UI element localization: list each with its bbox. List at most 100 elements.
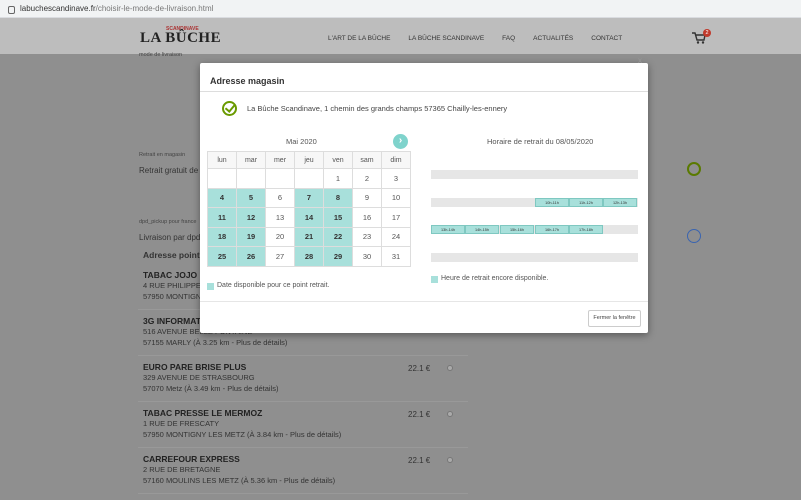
relay-price: 22.1 € [408,364,431,373]
calendar-day[interactable]: 25 [207,246,237,267]
weekday-jeu: jeu [294,151,324,169]
calendar-day: 3 [381,168,411,189]
weekday-mer: mer [265,151,295,169]
nav-item-art[interactable]: L'ART DE LA BÛCHE [328,35,390,42]
store-pickup-radio[interactable] [687,162,701,176]
calendar-day[interactable]: 26 [236,246,266,267]
url-text[interactable]: labuchescandinave.fr/choisir-le-mode-de-… [20,4,213,13]
store-pickup-modal: x Adresse magasin La Bûche Scandinave, 1… [200,56,648,333]
mode-label: mode de livraison [139,52,183,58]
calendar-empty-cell [294,168,324,189]
calendar-day: 13 [265,207,295,228]
modal-footer-divider [200,301,648,302]
schedule-title: Horaire de retrait du 08/05/2020 [487,137,594,146]
schedule-row: 13h-14h 14h-15h 15h-16h 16h-17h 17h-18h [431,225,638,234]
site-logo[interactable]: LA BÛCHE [140,30,221,47]
calendar-day[interactable]: 21 [294,226,324,247]
lock-icon [8,5,15,14]
list-item[interactable]: CARREFOUR EXPRESS 2 RUE DE BRETAGNE 5716… [138,448,468,494]
nav-item-scandinave[interactable]: LA BÛCHE SCANDINAVE [408,35,484,42]
nav-item-faq[interactable]: FAQ [502,35,515,42]
calendar-day[interactable]: 15 [323,207,353,228]
time-slot[interactable]: 15h-16h [500,225,534,234]
close-icon[interactable]: x [638,56,642,65]
calendar-day: 9 [352,187,382,208]
calendar-day: 23 [352,226,382,247]
relay-radio[interactable] [447,365,453,371]
calendar-empty-cell [207,168,237,189]
details-link[interactable]: 5.36 km - Plus de détails) [251,476,336,485]
calendar-day: 16 [352,207,382,228]
calendar-empty-cell [265,168,295,189]
calendar-day[interactable]: 19 [236,226,266,247]
available-date-legend: Date disponible pour ce point retrait. [217,282,330,289]
calendar-day[interactable]: 28 [294,246,324,267]
relay-radio[interactable] [447,411,453,417]
calendar-day[interactable]: 14 [294,207,324,228]
calendar-day[interactable]: 18 [207,226,237,247]
time-slot[interactable]: 16h-17h [535,225,569,234]
store-address: La Bûche Scandinave, 1 chemin des grands… [247,104,508,113]
available-hour-legend: Heure de retrait encore disponible. [441,275,549,282]
calendar-empty-cell [236,168,266,189]
relay-radio[interactable] [447,457,453,463]
time-slot[interactable]: 14h-15h [465,225,499,234]
details-link[interactable]: 3.49 km - Plus de détails) [194,384,279,393]
weekday-dim: dim [381,151,411,169]
calendar-day[interactable]: 5 [236,187,266,208]
next-month-button[interactable]: › [393,134,408,149]
calendar-day[interactable]: 29 [323,246,353,267]
time-slot[interactable]: 11h-12h [569,198,603,207]
list-item[interactable]: EURO PARE BRISE PLUS 329 AVENUE DE STRAS… [138,356,468,402]
calendar-day: 20 [265,226,295,247]
calendar-month: Mai 2020 [286,137,317,146]
schedule-row: 10h-11h 11h-12h 12h-13h [431,198,638,207]
calendar-day: 27 [265,246,295,267]
weekday-ven: ven [323,151,353,169]
calendar-day: 2 [352,168,382,189]
list-item[interactable]: TABAC PRESSE LE MERMOZ 1 RUE DE FRESCATY… [138,402,468,448]
nav-item-contact[interactable]: CONTACT [591,35,622,42]
available-date-swatch [207,283,214,290]
calendar-day: 10 [381,187,411,208]
weekday-lun: lun [207,151,237,169]
calendar-day[interactable]: 4 [207,187,237,208]
time-slot[interactable]: 10h-11h [535,198,569,207]
calendar-day[interactable]: 12 [236,207,266,228]
details-link[interactable]: 3.84 km - Plus de détails) [257,430,342,439]
weekday-mar: mar [236,151,266,169]
browser-url-bar[interactable]: labuchescandinave.fr/choisir-le-mode-de-… [0,0,801,18]
calendar-day: 30 [352,246,382,267]
store-pickup-label: Retrait en magasin [139,152,186,158]
relay-price: 22.1 € [408,456,431,465]
calendar-grid: lun mar mer jeu ven sam dim 1 2 3 4 5 6 7 8 9 10 11 12 13 1… [207,151,411,267]
calendar-day[interactable]: 7 [294,187,324,208]
calendar-day[interactable]: 22 [323,226,353,247]
dpd-label: dpd_pickup pour france [139,219,197,225]
nav-item-actualites[interactable]: ACTUALITÉS [533,35,573,42]
dpd-radio[interactable] [687,229,701,243]
schedule-row [431,170,638,179]
calendar-day: 31 [381,246,411,267]
modal-title: Adresse magasin [210,76,285,86]
cart-count-badge: 2 [703,29,711,37]
main-nav: L'ART DE LA BÛCHE LA BÛCHE SCANDINAVE FA… [328,35,622,42]
calendar-day[interactable]: 8 [323,187,353,208]
schedule-row [431,253,638,262]
calendar-day: 1 [323,168,353,189]
time-slot[interactable]: 13h-14h [431,225,465,234]
modal-divider [200,91,648,92]
close-window-button[interactable]: Fermer la fenêtre [588,310,641,327]
calendar-day[interactable]: 11 [207,207,237,228]
time-slot[interactable]: 12h-13h [603,198,637,207]
weekday-sam: sam [352,151,382,169]
calendar-day: 6 [265,187,295,208]
calendar-day: 17 [381,207,411,228]
time-slot[interactable]: 17h-18h [569,225,603,234]
check-circle-icon [222,101,237,116]
details-link[interactable]: 3.25 km - Plus de détails) [203,338,288,347]
calendar-day: 24 [381,226,411,247]
relay-price: 22.1 € [408,410,431,419]
site-header: SCANDINAVE LA BÛCHE L'ART DE LA BÛCHE LA… [0,18,801,54]
available-hour-swatch [431,276,438,283]
